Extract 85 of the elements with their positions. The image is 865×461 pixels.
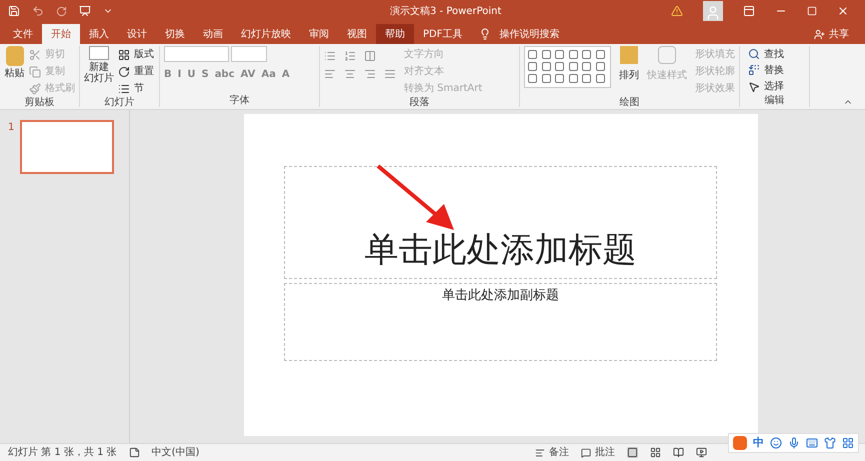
ime-mode[interactable]: 中 [753, 434, 764, 452]
font-format-button[interactable]: S [201, 67, 209, 82]
language-label[interactable]: 中文(中国) [152, 445, 200, 460]
ribbon-tab[interactable]: 开始 [42, 24, 80, 44]
ribbon-tab[interactable]: 动画 [194, 24, 232, 44]
layout-icon [118, 48, 130, 60]
font-format-button[interactable]: I [178, 67, 182, 82]
select-button[interactable]: 选择 [748, 78, 801, 95]
slide-number: 1 [8, 121, 14, 135]
close-icon[interactable] [837, 5, 849, 17]
reading-view-icon[interactable] [673, 447, 684, 458]
redo-icon[interactable] [56, 6, 67, 16]
normal-view-icon[interactable] [627, 447, 638, 458]
ribbon-display-icon[interactable] [743, 5, 755, 17]
align-center-icon[interactable] [344, 68, 356, 80]
tell-me-field[interactable]: 操作说明搜索 [479, 24, 560, 44]
microphone-icon[interactable] [788, 437, 800, 449]
numbering-icon[interactable] [344, 50, 356, 62]
replace-icon [748, 64, 760, 76]
notes-icon [535, 448, 545, 458]
save-icon[interactable] [8, 5, 20, 17]
format-painter-icon [29, 82, 41, 94]
group-label: 幻灯片 [104, 97, 134, 109]
section-button[interactable]: 节 [118, 80, 154, 97]
ribbon-tab[interactable]: 帮助 [376, 24, 414, 44]
ribbon-tab[interactable]: 插入 [80, 24, 118, 44]
cut-icon [29, 48, 41, 60]
sorter-view-icon[interactable] [650, 447, 661, 458]
notes-button[interactable]: 备注 [535, 445, 569, 460]
find-icon [748, 48, 760, 60]
lightbulb-icon [479, 28, 492, 40]
subtitle-placeholder[interactable]: 单击此处添加副标题 [284, 283, 717, 361]
ribbon-tab[interactable]: 文件 [4, 24, 42, 44]
shapes-gallery[interactable] [524, 46, 611, 88]
toolbox-icon[interactable] [842, 437, 854, 449]
font-format-button[interactable]: B [164, 67, 172, 82]
find-button[interactable]: 查找 [748, 46, 801, 62]
slide-info: 幻灯片 第 1 张，共 1 张 [8, 446, 117, 460]
font-size-field[interactable] [231, 46, 267, 62]
ribbon-tab[interactable]: PDF工具 [414, 24, 472, 44]
presentation-icon[interactable] [79, 5, 91, 17]
group-label: 编辑 [764, 95, 784, 107]
person-icon [814, 28, 825, 40]
window-title: 演示文稿3 - PowerPoint [390, 4, 502, 18]
group-label: 字体 [230, 95, 250, 107]
paste-button[interactable]: 粘贴 [4, 46, 25, 97]
comment-icon [581, 448, 591, 458]
font-format-button[interactable]: Aa [261, 67, 276, 82]
ime-logo-icon[interactable] [733, 436, 747, 450]
maximize-icon[interactable] [807, 6, 817, 16]
justify-icon[interactable] [384, 68, 396, 80]
undo-icon[interactable] [32, 5, 44, 17]
align-right-icon[interactable] [364, 68, 376, 80]
slideshow-icon[interactable] [696, 447, 707, 458]
warning-icon [671, 5, 683, 17]
replace-button[interactable]: 替换 [748, 62, 801, 79]
select-icon [748, 80, 760, 93]
slide-thumbnail[interactable] [20, 120, 114, 174]
group-label: 绘图 [620, 97, 640, 109]
ribbon-tab[interactable]: 切换 [156, 24, 194, 44]
arrange-button[interactable]: 排列 [619, 46, 639, 83]
comments-button[interactable]: 批注 [581, 445, 615, 460]
new-slide-button[interactable]: 新建 幻灯片 [84, 46, 114, 97]
font-name-field[interactable] [164, 46, 229, 62]
person-icon [705, 5, 721, 21]
layout-button[interactable]: 版式 [118, 46, 154, 63]
font-format-button[interactable]: abc [214, 67, 235, 82]
share-button[interactable]: 共享 [814, 24, 849, 44]
ribbon-tab[interactable]: 幻灯片放映 [232, 24, 300, 44]
ribbon-tab[interactable]: 视图 [338, 24, 376, 44]
font-format-button[interactable]: A [282, 67, 290, 82]
columns-icon[interactable] [364, 50, 376, 62]
group-label: 剪贴板 [24, 97, 54, 109]
ribbon-tab[interactable]: 审阅 [300, 24, 338, 44]
group-label: 段落 [410, 97, 430, 109]
align-left-icon[interactable] [324, 68, 336, 80]
emoji-icon[interactable] [770, 437, 782, 449]
skin-icon[interactable] [824, 437, 836, 449]
ribbon-tab[interactable]: 设计 [118, 24, 156, 44]
keyboard-icon[interactable] [806, 437, 818, 449]
reset-icon [118, 66, 130, 78]
font-format-button[interactable]: U [187, 67, 196, 82]
reset-button[interactable]: 重置 [118, 63, 154, 80]
font-format-button[interactable]: AV [240, 67, 256, 82]
copy-icon [29, 66, 41, 78]
